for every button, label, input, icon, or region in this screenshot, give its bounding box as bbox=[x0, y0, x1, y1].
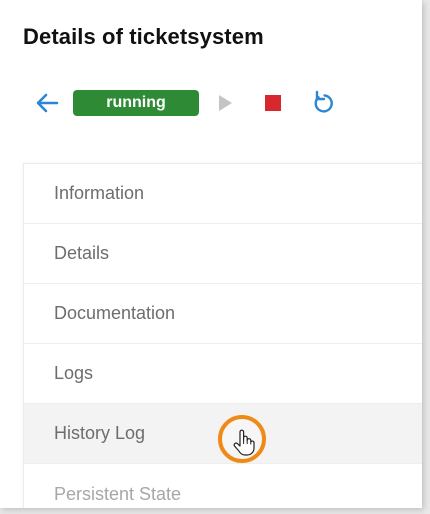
toolbar: running bbox=[0, 86, 422, 120]
stop-icon bbox=[265, 95, 281, 111]
status-badge: running bbox=[73, 90, 199, 116]
restart-button[interactable] bbox=[310, 89, 336, 117]
hand-pointer-icon bbox=[233, 429, 255, 456]
start-button[interactable] bbox=[214, 90, 236, 116]
back-button[interactable] bbox=[33, 88, 61, 118]
play-icon bbox=[219, 95, 232, 111]
menu-item-information[interactable]: Information bbox=[24, 164, 422, 224]
arrow-left-icon bbox=[36, 93, 59, 113]
menu-item-details[interactable]: Details bbox=[24, 224, 422, 284]
menu-item-documentation[interactable]: Documentation bbox=[24, 284, 422, 344]
stop-button[interactable] bbox=[262, 92, 284, 114]
page-title: Details of ticketsystem bbox=[23, 24, 264, 49]
menu-item-logs[interactable]: Logs bbox=[24, 344, 422, 404]
menu-item-persistent-state[interactable]: Persistent State bbox=[24, 464, 422, 508]
detail-menu: Information Details Documentation Logs H… bbox=[23, 163, 422, 508]
details-panel: Details of ticketsystem running Informat… bbox=[0, 0, 422, 508]
restart-icon bbox=[314, 90, 333, 113]
